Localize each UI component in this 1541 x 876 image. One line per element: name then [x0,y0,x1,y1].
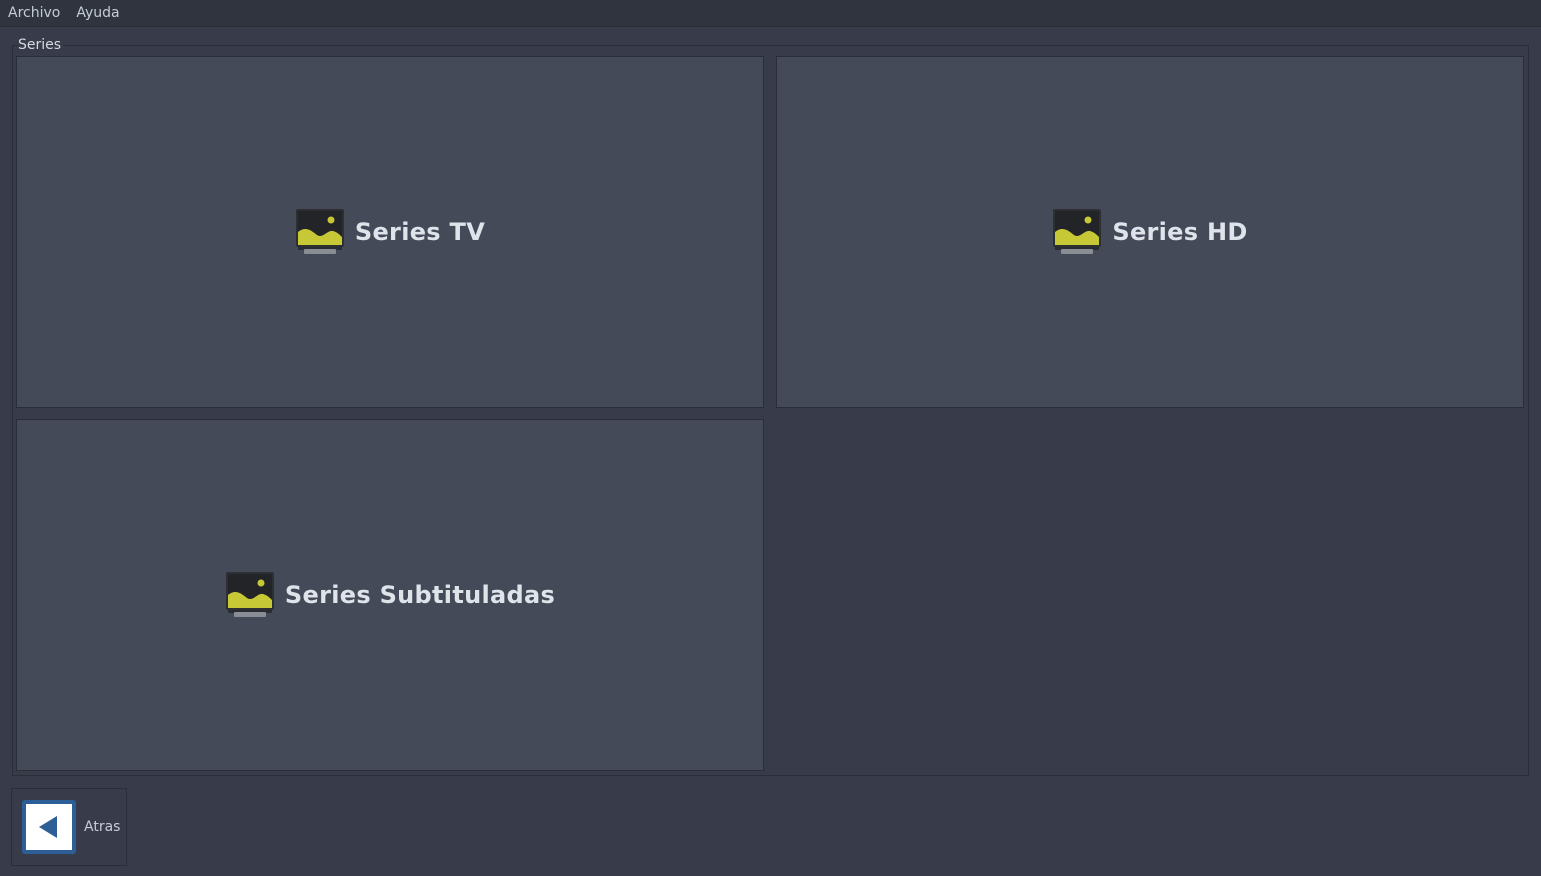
tile-label: Series Subtituladas [284,581,556,609]
tile-series-subtituladas[interactable]: Series Subtituladas [16,419,764,771]
back-arrow-icon [26,804,72,850]
menu-archivo[interactable]: Archivo [0,0,68,27]
image-icon [295,209,344,254]
tile-series-tv[interactable]: Series TV [16,56,764,408]
menu-ayuda[interactable]: Ayuda [68,0,127,27]
back-label: Atras [84,819,121,835]
image-icon [1053,209,1102,254]
tile-label: Series TV [354,218,486,246]
image-icon [225,572,274,617]
menu-bar: Archivo Ayuda [0,0,1541,27]
tile-series-hd[interactable]: Series HD [776,56,1524,408]
back-icon-frame [22,800,76,854]
groupbox-title: Series [18,36,64,54]
back-button[interactable]: Atras [11,788,127,866]
tile-label: Series HD [1112,218,1248,246]
